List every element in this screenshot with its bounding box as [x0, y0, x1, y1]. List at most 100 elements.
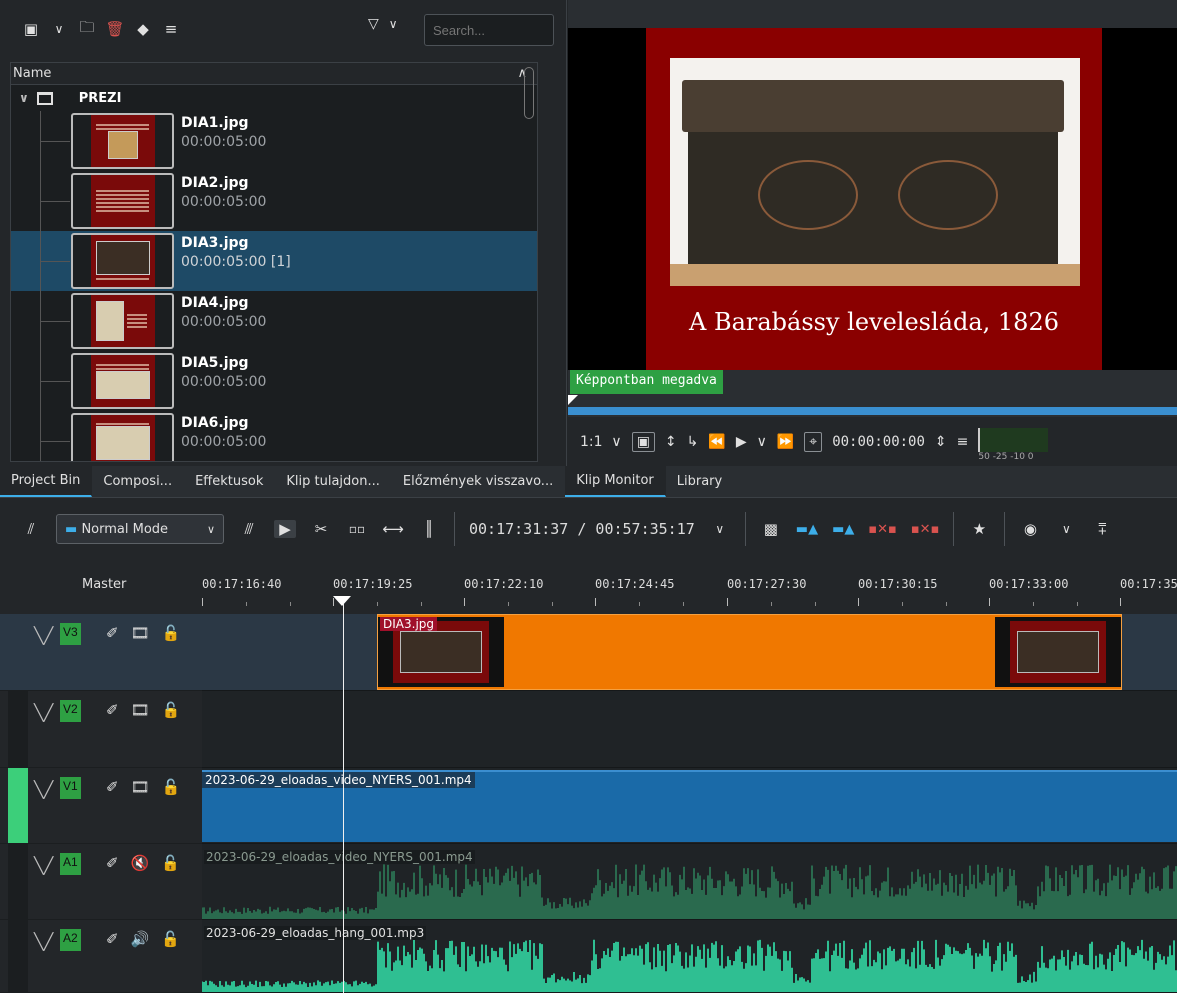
chevron-down-icon[interactable]: ∨ — [19, 91, 29, 105]
bin-clip-row[interactable]: DIA1.jpg 00:00:05:00 — [11, 111, 537, 171]
spin-icon[interactable]: ⇕ — [935, 434, 947, 450]
track-tag[interactable]: V2 — [60, 700, 81, 722]
lock-icon[interactable]: 🔓 — [162, 778, 181, 796]
effects-wand-icon[interactable]: ✐ — [106, 854, 119, 872]
timeline-position[interactable]: 00:17:31:37 / 00:57:35:17 — [469, 520, 695, 538]
film-icon[interactable]: 🎞 — [131, 624, 150, 642]
lock-icon[interactable]: 🔓 — [161, 930, 180, 948]
menu-icon[interactable]: ≡ — [160, 18, 182, 40]
chevron-down-icon[interactable]: ∨ — [709, 522, 731, 536]
overwrite-icon[interactable]: ▬▲ — [832, 522, 854, 537]
ripple-icon[interactable]: ▫▫ — [346, 522, 368, 536]
timeline-playhead-handle[interactable] — [333, 596, 351, 606]
set-out-icon[interactable]: ↳ — [687, 434, 699, 450]
tab-library[interactable]: Library — [666, 466, 734, 497]
filter-control[interactable]: ▽ ∨ — [368, 16, 398, 32]
monitor-preview[interactable]: A Barabássy levelesláda, 1826 — [646, 28, 1102, 370]
chevron-down-icon[interactable]: ∨ — [207, 523, 215, 536]
film-icon[interactable]: 🎞 — [131, 778, 150, 796]
bin-column-header[interactable]: Name ∧ — [11, 63, 537, 85]
effects-wand-icon[interactable]: ✐ — [106, 930, 119, 948]
track-header[interactable]: ╲╱ V1 ✐ 🎞 🔓 — [0, 768, 202, 844]
bin-clip-row-selected[interactable]: DIA3.jpg 00:00:05:00 [1] — [11, 231, 537, 291]
chevron-down-icon[interactable]: ╲╱ — [34, 780, 53, 799]
chevron-down-icon[interactable]: ╲╱ — [34, 856, 53, 875]
chevron-down-icon[interactable]: ╲╱ — [34, 932, 53, 951]
track-tag[interactable]: A2 — [60, 929, 81, 951]
rewind-icon[interactable]: ⏪ — [708, 434, 725, 450]
mixer-icon[interactable]: ⩱ — [1091, 520, 1113, 538]
add-folder-icon[interactable]: 🗀 — [76, 18, 98, 40]
timeline-ruler[interactable]: Master 00:17:16:40 00:17:19:25 00:17:22:… — [0, 560, 1177, 614]
bin-search-input[interactable] — [424, 14, 554, 46]
edit-mode-select[interactable]: ▬ Normal Mode ∨ — [56, 514, 224, 544]
bin-clip-row[interactable]: DIA6.jpg 00:00:05:00 — [11, 411, 537, 461]
track-body[interactable]: DIA3.jpg — [202, 614, 1177, 691]
forward-icon[interactable]: ⏩ — [777, 434, 794, 450]
master-label[interactable]: Master — [82, 577, 126, 592]
chevron-down-icon[interactable]: ╲╱ — [34, 703, 53, 722]
track-body[interactable] — [202, 691, 1177, 768]
chevron-down-icon[interactable]: ∨ — [48, 18, 70, 40]
audio-clip[interactable]: 2023-06-29_eloadas_video_NYERS_001.mp4 — [202, 844, 1177, 919]
extract-icon[interactable]: ▪✕▪ — [868, 522, 897, 537]
track-body[interactable]: 2023-06-29_eloadas_video_NYERS_001.mp4 — [202, 768, 1177, 844]
razor-icon[interactable]: ✂ — [310, 520, 332, 538]
tag-icon[interactable]: ◆ — [132, 18, 154, 40]
select-icon[interactable]: ▶ — [274, 520, 296, 538]
tab-effects[interactable]: Effektusok — [184, 466, 275, 497]
speaker-icon[interactable]: 🔊 — [131, 930, 150, 948]
speaker-muted-icon[interactable]: 🔇 — [131, 854, 150, 872]
active-track-indicator[interactable] — [8, 768, 28, 843]
spacer-icon[interactable]: ⫻ — [238, 520, 260, 538]
record-icon[interactable]: ◉ — [1019, 520, 1041, 538]
audio-clip[interactable]: 2023-06-29_eloadas_hang_001.mp3 — [202, 920, 1177, 992]
bin-clip-row[interactable]: DIA4.jpg 00:00:05:00 — [11, 291, 537, 351]
monitor-timecode[interactable]: 00:00:00:00 — [832, 434, 925, 450]
multicam-icon[interactable]: ║ — [418, 520, 440, 538]
effects-wand-icon[interactable]: ✐ — [106, 701, 119, 719]
timeline-clip[interactable]: DIA3.jpg — [377, 614, 1122, 690]
lock-icon[interactable]: 🔓 — [162, 701, 181, 719]
zoom-select[interactable]: 1:1 ∨ — [580, 434, 622, 450]
add-clip-icon[interactable]: ▣ — [20, 18, 42, 40]
lock-icon[interactable]: 🔓 — [161, 854, 180, 872]
track-header[interactable]: ╲╱ V2 ✐ 🎞 🔓 — [0, 691, 202, 768]
crop-icon[interactable]: ⌖ — [804, 431, 823, 452]
monitor-ruler-bar[interactable] — [568, 407, 1177, 415]
track-body[interactable]: 2023-06-29_eloadas_hang_001.mp3 — [202, 920, 1177, 993]
zone-icon[interactable]: ▩ — [760, 520, 782, 538]
bin-clip-row[interactable]: DIA5.jpg 00:00:05:00 — [11, 351, 537, 411]
chevron-down-icon[interactable]: ∨ — [389, 17, 398, 31]
set-in-icon[interactable]: ↕ — [665, 434, 677, 450]
slip-icon[interactable]: ⟷ — [382, 520, 404, 538]
tab-undo-history[interactable]: Előzmények visszavo... — [392, 466, 565, 497]
delete-icon[interactable]: 🗑 — [104, 18, 126, 40]
chevron-down-icon[interactable]: ∨ — [1055, 522, 1077, 536]
tab-project-bin[interactable]: Project Bin — [0, 466, 93, 497]
chevron-down-icon[interactable]: ╲╱ — [34, 626, 53, 645]
lock-icon[interactable]: 🔓 — [162, 624, 181, 642]
menu-icon[interactable]: ≡ — [957, 434, 969, 450]
timeline-clip[interactable]: 2023-06-29_eloadas_video_NYERS_001.mp4 — [202, 770, 1177, 842]
effects-wand-icon[interactable]: ✐ — [106, 624, 119, 642]
chevron-down-icon[interactable]: ∨ — [757, 434, 767, 450]
settings-sliders-icon[interactable]: ⫽ — [20, 520, 42, 538]
play-icon[interactable]: ▶ — [736, 434, 747, 450]
lift-icon[interactable]: ▪✕▪ — [911, 522, 940, 537]
bin-clip-row[interactable]: DIA2.jpg 00:00:05:00 — [11, 171, 537, 231]
track-header[interactable]: ╲╱ A1 ✐ 🔇 🔓 — [0, 844, 202, 920]
folder-row[interactable]: ∨ PREZI — [11, 85, 537, 111]
tab-compositions[interactable]: Composi... — [92, 466, 184, 497]
track-tag[interactable]: A1 — [60, 853, 81, 875]
tab-clip-monitor[interactable]: Klip Monitor — [565, 466, 666, 497]
insert-icon[interactable]: ▬▲ — [796, 522, 818, 537]
monitor-playhead[interactable] — [568, 395, 578, 405]
effects-wand-icon[interactable]: ✐ — [106, 778, 119, 796]
filter-icon[interactable]: ▽ — [368, 16, 379, 32]
track-tag[interactable]: V3 — [60, 623, 81, 645]
track-header[interactable]: ╲╱ A2 ✐ 🔊 🔓 — [0, 920, 202, 993]
film-icon[interactable]: 🎞 — [131, 701, 150, 719]
tab-clip-properties[interactable]: Klip tulajdon... — [275, 466, 392, 497]
track-header[interactable]: ╲╱ V3 ✐ 🎞 🔓 — [0, 614, 202, 691]
